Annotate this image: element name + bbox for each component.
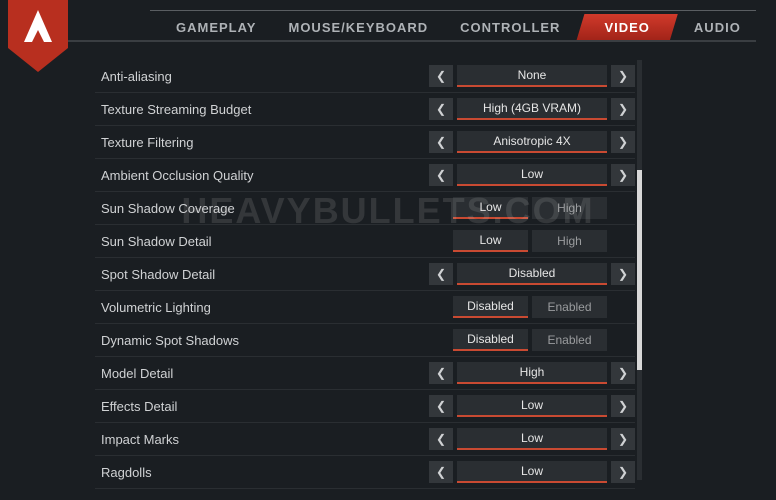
row-volumetric-lighting: Volumetric Lighting Disabled Enabled (95, 291, 635, 324)
tab-audio[interactable]: AUDIO (678, 14, 757, 41)
option-enabled[interactable]: Enabled (532, 296, 607, 318)
label-sun-shadow-detail: Sun Shadow Detail (101, 234, 453, 249)
scrollbar-thumb[interactable] (637, 170, 642, 370)
row-ambient-occlusion: Ambient Occlusion Quality ❮ Low ❯ (95, 159, 635, 192)
prev-arrow-icon[interactable]: ❮ (429, 98, 453, 120)
value-ambient-occlusion[interactable]: Low (457, 164, 607, 186)
label-effects-detail: Effects Detail (101, 399, 429, 414)
row-impact-marks: Impact Marks ❮ Low ❯ (95, 423, 635, 456)
option-high[interactable]: High (532, 230, 607, 252)
value-anti-aliasing[interactable]: None (457, 65, 607, 87)
row-texture-filtering: Texture Filtering ❮ Anisotropic 4X ❯ (95, 126, 635, 159)
row-effects-detail: Effects Detail ❮ Low ❯ (95, 390, 635, 423)
scrollbar[interactable] (637, 60, 642, 480)
next-arrow-icon[interactable]: ❯ (611, 362, 635, 384)
next-arrow-icon[interactable]: ❯ (611, 164, 635, 186)
next-arrow-icon[interactable]: ❯ (611, 131, 635, 153)
label-anti-aliasing: Anti-aliasing (101, 69, 429, 84)
option-low[interactable]: Low (453, 197, 528, 219)
tab-controller[interactable]: CONTROLLER (444, 14, 576, 41)
prev-arrow-icon[interactable]: ❮ (429, 395, 453, 417)
value-spot-shadow-detail[interactable]: Disabled (457, 263, 607, 285)
label-ambient-occlusion: Ambient Occlusion Quality (101, 168, 429, 183)
row-ragdolls: Ragdolls ❮ Low ❯ (95, 456, 635, 489)
tab-divider-bottom (60, 40, 756, 42)
prev-arrow-icon[interactable]: ❮ (429, 164, 453, 186)
label-impact-marks: Impact Marks (101, 432, 429, 447)
value-impact-marks[interactable]: Low (457, 428, 607, 450)
tab-divider-top (150, 10, 756, 11)
next-arrow-icon[interactable]: ❯ (611, 263, 635, 285)
prev-arrow-icon[interactable]: ❮ (429, 428, 453, 450)
settings-list: Anti-aliasing ❮ None ❯ Texture Streaming… (95, 60, 635, 500)
label-model-detail: Model Detail (101, 366, 429, 381)
prev-arrow-icon[interactable]: ❮ (429, 362, 453, 384)
row-sun-shadow-coverage: Sun Shadow Coverage Low High (95, 192, 635, 225)
value-model-detail[interactable]: High (457, 362, 607, 384)
top-nav: GAMEPLAY MOUSE/KEYBOARD CONTROLLER VIDEO… (0, 12, 776, 42)
label-dynamic-spot-shadows: Dynamic Spot Shadows (101, 333, 453, 348)
game-logo (8, 0, 68, 72)
option-enabled[interactable]: Enabled (532, 329, 607, 351)
option-high[interactable]: High (532, 197, 607, 219)
label-texture-filtering: Texture Filtering (101, 135, 429, 150)
value-texture-filtering[interactable]: Anisotropic 4X (457, 131, 607, 153)
label-spot-shadow-detail: Spot Shadow Detail (101, 267, 429, 282)
next-arrow-icon[interactable]: ❯ (611, 395, 635, 417)
tab-mouse-keyboard[interactable]: MOUSE/KEYBOARD (272, 14, 444, 41)
prev-arrow-icon[interactable]: ❮ (429, 461, 453, 483)
row-anti-aliasing: Anti-aliasing ❮ None ❯ (95, 60, 635, 93)
tab-gameplay[interactable]: GAMEPLAY (160, 14, 272, 41)
label-texture-streaming: Texture Streaming Budget (101, 102, 429, 117)
prev-arrow-icon[interactable]: ❮ (429, 131, 453, 153)
option-disabled[interactable]: Disabled (453, 329, 528, 351)
prev-arrow-icon[interactable]: ❮ (429, 65, 453, 87)
row-sun-shadow-detail: Sun Shadow Detail Low High (95, 225, 635, 258)
row-dynamic-spot-shadows: Dynamic Spot Shadows Disabled Enabled (95, 324, 635, 357)
option-disabled[interactable]: Disabled (453, 296, 528, 318)
prev-arrow-icon[interactable]: ❮ (429, 263, 453, 285)
tab-video[interactable]: VIDEO (576, 14, 677, 41)
next-arrow-icon[interactable]: ❯ (611, 428, 635, 450)
option-low[interactable]: Low (453, 230, 528, 252)
next-arrow-icon[interactable]: ❯ (611, 461, 635, 483)
value-effects-detail[interactable]: Low (457, 395, 607, 417)
row-model-detail: Model Detail ❮ High ❯ (95, 357, 635, 390)
label-volumetric-lighting: Volumetric Lighting (101, 300, 453, 315)
row-spot-shadow-detail: Spot Shadow Detail ❮ Disabled ❯ (95, 258, 635, 291)
label-ragdolls: Ragdolls (101, 465, 429, 480)
label-sun-shadow-coverage: Sun Shadow Coverage (101, 201, 453, 216)
next-arrow-icon[interactable]: ❯ (611, 65, 635, 87)
next-arrow-icon[interactable]: ❯ (611, 98, 635, 120)
value-ragdolls[interactable]: Low (457, 461, 607, 483)
row-texture-streaming: Texture Streaming Budget ❮ High (4GB VRA… (95, 93, 635, 126)
value-texture-streaming[interactable]: High (4GB VRAM) (457, 98, 607, 120)
